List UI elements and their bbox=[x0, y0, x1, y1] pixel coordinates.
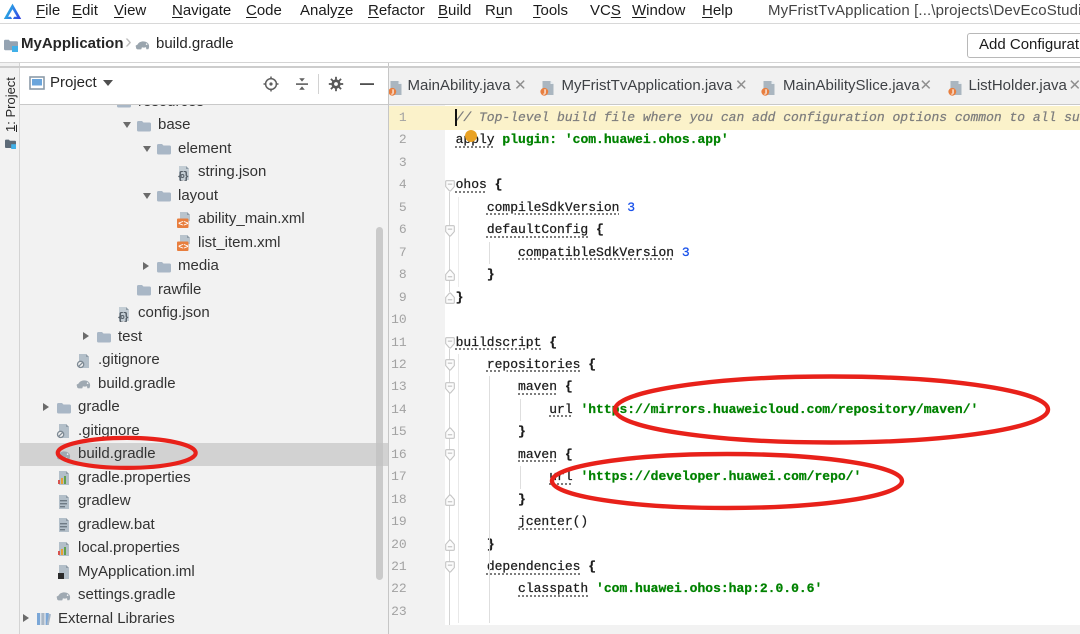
svg-text:J: J bbox=[764, 87, 768, 96]
svg-text:J: J bbox=[391, 87, 395, 96]
svg-text:<>: <> bbox=[178, 242, 188, 251]
svg-text:<>: <> bbox=[178, 219, 188, 228]
svg-text:J: J bbox=[543, 87, 547, 96]
svg-text:J: J bbox=[951, 87, 955, 96]
